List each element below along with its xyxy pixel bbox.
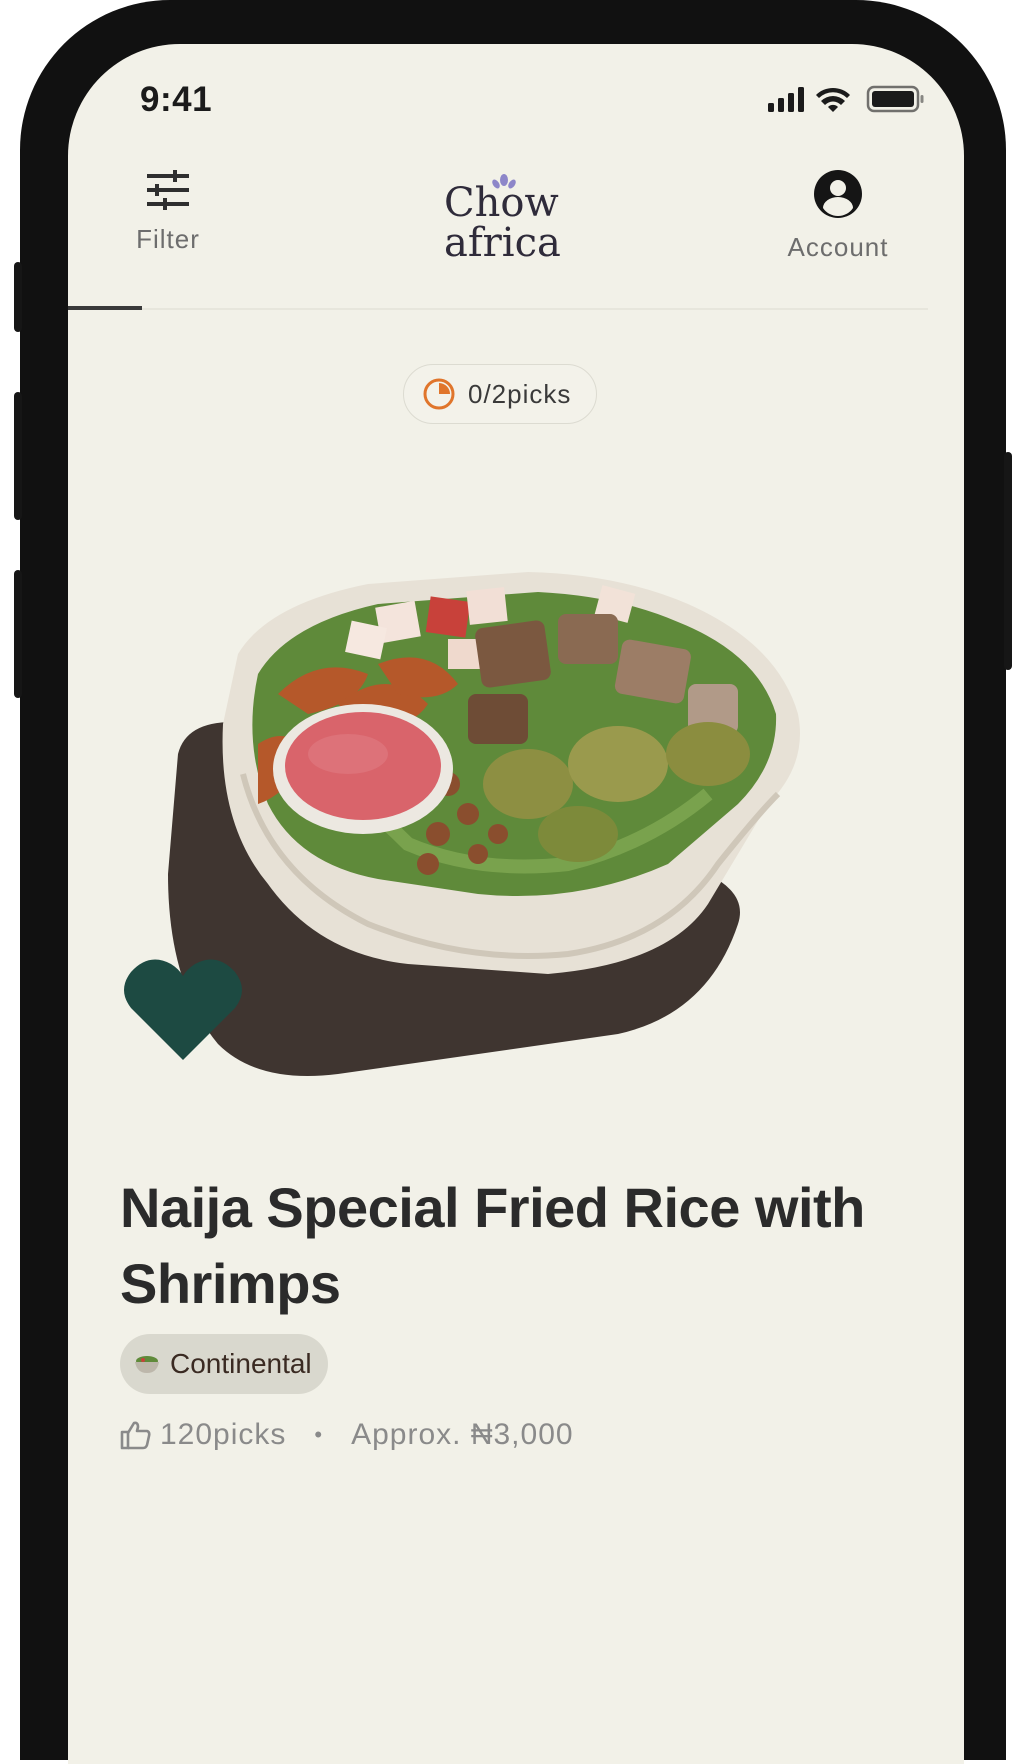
status-icons (768, 85, 924, 113)
tab-indicator (68, 306, 142, 310)
price-text: Approx. ₦3,000 (351, 1418, 574, 1451)
filter-button[interactable]: Filter (118, 170, 218, 255)
cellular-signal-icon (768, 87, 804, 112)
dipping-sauce (273, 704, 453, 834)
mute-switch (14, 262, 22, 332)
picks-counter[interactable]: 0/2picks (403, 364, 597, 424)
volume-up-button (14, 392, 22, 520)
sliders-icon (147, 170, 189, 210)
battery-icon (866, 85, 924, 113)
volume-down-button (14, 570, 22, 698)
category-label: Continental (170, 1348, 312, 1379)
status-time: 9:41 (140, 80, 213, 119)
favorite-heart-icon[interactable] (123, 954, 243, 1064)
logo-line2: africa (444, 220, 561, 266)
filter-label: Filter (136, 224, 200, 254)
likes-count: 120picks (160, 1418, 287, 1451)
bowl-icon (135, 1356, 159, 1373)
chow-africa-logo[interactable]: Chow africa (438, 172, 568, 272)
account-label: Account (787, 232, 889, 262)
dish-image (168, 572, 800, 1076)
meta-separator: • (314, 1422, 324, 1447)
category-chip[interactable]: Continental (120, 1334, 328, 1394)
tab-track (68, 308, 928, 310)
power-button (1004, 452, 1012, 670)
dish-meta: 120picks • Approx. ₦3,000 (120, 1418, 574, 1452)
dish-title: Naija Special Fried Rice with Shrimps (120, 1176, 865, 1315)
wifi-icon (816, 87, 850, 112)
pie-progress-icon (423, 378, 455, 410)
picks-counter-text: 0/2picks (468, 378, 572, 409)
user-circle-icon (814, 170, 862, 218)
app-screen: 9:41 Filter Chow africa Account 0/2picks… (68, 44, 964, 1764)
thumbs-up-icon (120, 1421, 151, 1450)
account-button[interactable]: Account (768, 170, 908, 263)
